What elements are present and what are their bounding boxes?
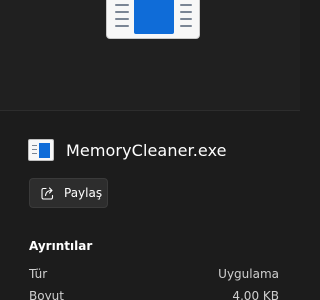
file-header: MemoryCleaner.exe xyxy=(28,138,227,162)
detail-row-type: Tür Uygulama xyxy=(29,267,279,281)
detail-key: Boyut xyxy=(29,289,64,300)
file-name: MemoryCleaner.exe xyxy=(66,140,227,160)
share-icon xyxy=(40,185,56,201)
detail-value: 4,00 KB xyxy=(232,289,279,300)
details-section-title: Ayrıntılar xyxy=(29,239,93,253)
share-button-label: Paylaş xyxy=(64,186,103,200)
detail-value: Uygulama xyxy=(218,267,279,281)
executable-file-icon xyxy=(106,0,200,39)
details-pane: MemoryCleaner.exe Paylaş Ayrıntılar Tür … xyxy=(0,0,300,300)
icon-lines-right xyxy=(180,4,192,32)
file-preview-area xyxy=(0,0,300,110)
divider xyxy=(0,110,300,111)
executable-file-icon xyxy=(28,139,54,161)
icon-window-accent xyxy=(134,0,174,34)
detail-row-size: Boyut 4,00 KB xyxy=(29,289,279,300)
detail-key: Tür xyxy=(29,267,48,281)
share-button[interactable]: Paylaş xyxy=(29,178,108,208)
icon-lines-left xyxy=(115,4,129,32)
